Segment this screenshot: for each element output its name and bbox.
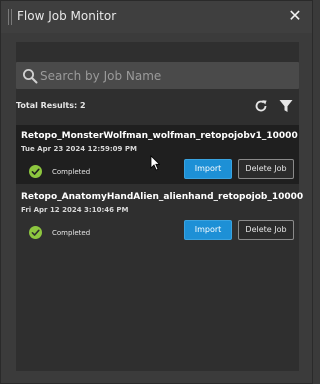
- import-button[interactable]: Import: [184, 159, 232, 179]
- job-name: Retopo_AnatomyHandAlien_alienhand_retopo…: [21, 192, 304, 202]
- job-name: Retopo_MonsterWolfman_wolfman_retopojobv…: [21, 131, 298, 141]
- search-box[interactable]: [16, 62, 299, 89]
- title-bar[interactable]: Flow Job Monitor ✕: [1, 1, 312, 33]
- mouse-cursor-icon: [150, 155, 160, 171]
- job-status: Completed: [52, 168, 91, 176]
- job-date: Tue Apr 23 2024 12:59:09 PM: [21, 145, 137, 153]
- window-title: Flow Job Monitor: [17, 9, 117, 23]
- job-list-panel: Total Results: 2 Retopo_MonsterWolfman_w…: [16, 42, 303, 371]
- search-icon: [23, 69, 38, 84]
- total-results-label: Total Results: 2: [16, 101, 86, 110]
- check-circle-icon: [29, 165, 42, 178]
- drag-handle-icon[interactable]: [8, 9, 12, 25]
- search-input[interactable]: [40, 62, 290, 89]
- delete-job-button[interactable]: Delete Job: [238, 159, 294, 179]
- job-date: Fri Apr 12 2024 3:10:46 PM: [21, 206, 129, 214]
- job-status: Completed: [52, 229, 91, 237]
- delete-job-button[interactable]: Delete Job: [238, 220, 294, 240]
- import-button[interactable]: Import: [184, 220, 232, 240]
- job-row[interactable]: Retopo_AnatomyHandAlien_alienhand_retopo…: [16, 186, 303, 245]
- close-icon[interactable]: ✕: [287, 7, 303, 25]
- check-circle-icon: [29, 226, 42, 239]
- filter-icon[interactable]: [279, 99, 293, 113]
- flow-job-monitor-window: Flow Job Monitor ✕ Total Results: 2 Reto…: [0, 0, 313, 384]
- refresh-icon[interactable]: [254, 99, 268, 113]
